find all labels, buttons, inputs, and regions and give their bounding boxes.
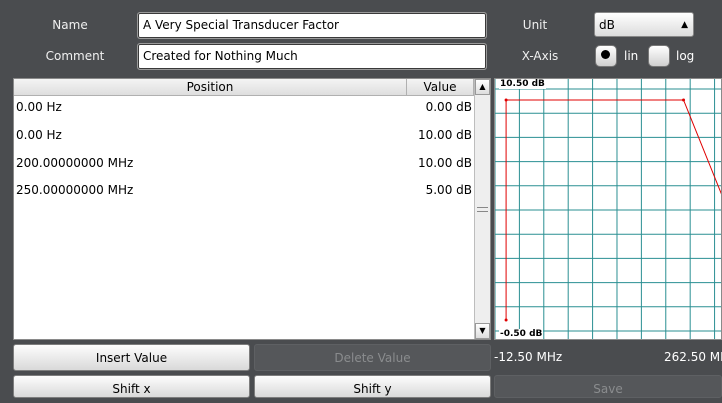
chart-data-point: [682, 98, 686, 102]
log-radio-label: log: [676, 49, 695, 63]
xaxis-label: X-Axis: [521, 49, 559, 63]
radio-selected-dot-icon: [601, 50, 610, 59]
transducer-table: Position Value 0.00 Hz 0.00 dB 0.00 Hz 1…: [13, 78, 491, 340]
insert-value-button[interactable]: Insert Value: [13, 344, 250, 371]
scroll-up-icon[interactable]: ▲: [475, 79, 490, 95]
unit-select[interactable]: dB ▲︎: [594, 12, 694, 37]
value-cell[interactable]: 10.00 dB: [418, 128, 472, 142]
chart-plot: [495, 79, 721, 339]
chart-xmax-label: 262.50 MHz: [664, 350, 722, 364]
position-cell[interactable]: 0.00 Hz: [16, 100, 62, 114]
name-field[interactable]: A Very Special Transducer Factor: [137, 12, 487, 39]
save-button[interactable]: Save: [494, 375, 722, 398]
table-scrollbar[interactable]: ▲ ▼: [474, 79, 490, 339]
unit-label: Unit: [522, 18, 548, 32]
scroll-down-icon[interactable]: ▼: [475, 323, 490, 339]
transducer-chart: 10.50 dB -0.50 dB: [494, 78, 722, 340]
column-header-value[interactable]: Value: [407, 79, 474, 96]
value-cell[interactable]: 10.00 dB: [418, 156, 472, 170]
column-header-position[interactable]: Position: [14, 79, 407, 96]
shift-x-button[interactable]: Shift x: [13, 375, 250, 398]
shift-y-button[interactable]: Shift y: [254, 375, 491, 398]
log-radio[interactable]: [648, 45, 670, 67]
chart-data-point: [504, 318, 508, 322]
value-cell[interactable]: 5.00 dB: [426, 183, 472, 197]
chart-data-point: [504, 98, 508, 102]
chart-ytop-label: 10.50 dB: [499, 79, 546, 89]
position-cell[interactable]: 250.00000000 MHz: [16, 183, 133, 197]
value-cell[interactable]: 0.00 dB: [426, 100, 472, 114]
chart-xmin-label: -12.50 MHz: [494, 350, 563, 364]
name-label: Name: [52, 18, 88, 32]
position-cell[interactable]: 0.00 Hz: [16, 128, 62, 142]
lin-radio[interactable]: [595, 45, 617, 67]
position-cell[interactable]: 200.00000000 MHz: [16, 156, 133, 170]
unit-select-value: dB: [599, 18, 615, 32]
scroll-grip-icon[interactable]: [477, 207, 488, 212]
delete-value-button[interactable]: Delete Value: [254, 344, 491, 371]
comment-label: Comment: [45, 49, 105, 63]
updown-arrow-icon: ▲︎: [681, 20, 688, 30]
lin-radio-label: lin: [624, 49, 639, 63]
chart-ybottom-label: -0.50 dB: [499, 329, 544, 339]
comment-field[interactable]: Created for Nothing Much: [137, 43, 487, 70]
